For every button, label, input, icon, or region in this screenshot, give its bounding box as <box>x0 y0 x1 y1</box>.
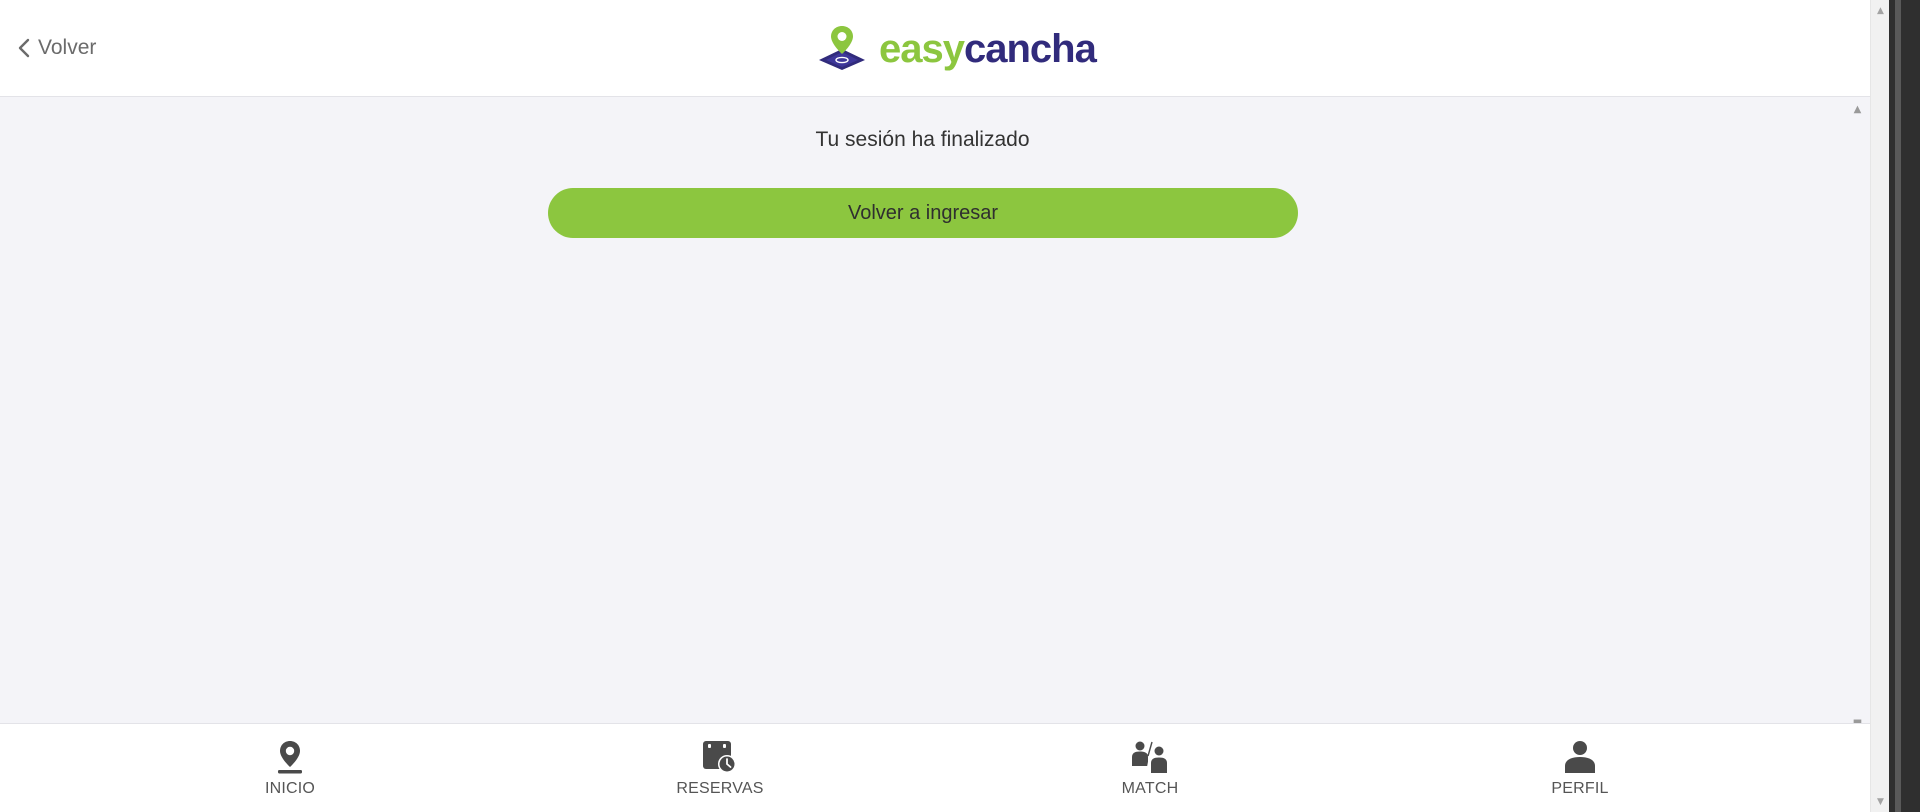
back-button[interactable]: Volver <box>18 33 96 63</box>
user-icon <box>1564 736 1596 774</box>
nav-item-inicio[interactable]: INICIO <box>210 736 370 806</box>
brand-logo[interactable]: easycancha <box>817 23 1097 76</box>
app-frame: Volver easycancha Tu sesión ha finalizad… <box>0 0 1870 812</box>
content-scrollbar[interactable]: ▲ ▬ <box>1845 98 1870 727</box>
bottom-navigation: INICIO RESERVAS MATCH PERFIL <box>0 723 1870 812</box>
nav-item-perfil[interactable]: PERFIL <box>1500 736 1660 806</box>
logo-pin-icon <box>817 23 867 76</box>
page-scroll-down-icon[interactable]: ▼ <box>1871 793 1890 810</box>
page-scrollbar[interactable]: ▲ ▼ <box>1870 0 1889 812</box>
brand-wordmark: easycancha <box>879 27 1097 71</box>
brand-wordmark-cancha: cancha <box>963 27 1097 71</box>
back-button-label: Volver <box>38 36 97 59</box>
relogin-button[interactable]: Volver a ingresar <box>548 188 1298 238</box>
scroll-up-arrow-icon[interactable]: ▲ <box>1845 104 1870 115</box>
location-pin-icon <box>277 736 303 774</box>
nav-item-match[interactable]: MATCH <box>1070 736 1230 806</box>
brand-wordmark-easy: easy <box>879 27 965 71</box>
nav-label-reservas: RESERVAS <box>676 780 764 797</box>
nav-label-perfil: PERFIL <box>1551 780 1609 797</box>
nav-item-reservas[interactable]: RESERVAS <box>640 736 800 806</box>
window-edge <box>1889 0 1920 812</box>
nav-label-match: MATCH <box>1121 780 1179 797</box>
main-content: Tu sesión ha finalizado Volver a ingresa… <box>0 98 1845 723</box>
calendar-clock-icon <box>702 736 738 774</box>
top-header: Volver easycancha <box>0 0 1870 97</box>
players-icon <box>1130 736 1170 774</box>
nav-label-inicio: INICIO <box>264 780 316 797</box>
session-ended-message: Tu sesión ha finalizado <box>815 128 1030 151</box>
chevron-left-icon <box>18 38 30 58</box>
page-scroll-up-icon[interactable]: ▲ <box>1871 2 1890 19</box>
window-edge-divider <box>1895 0 1901 812</box>
